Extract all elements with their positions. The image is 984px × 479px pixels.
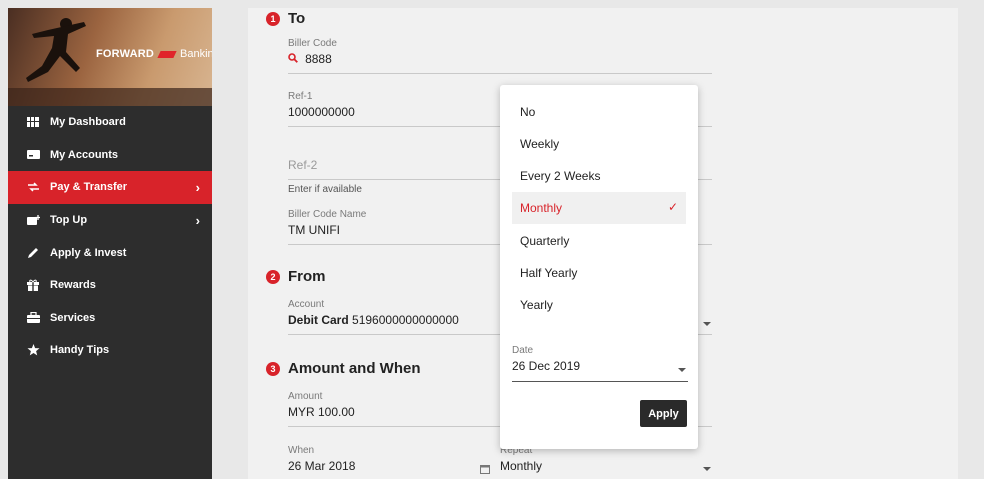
- brand-suffix: Banking: [180, 48, 212, 60]
- hero-banner: FORWARD Banking: [8, 8, 212, 106]
- sidebar-item-label: Handy Tips: [50, 344, 110, 357]
- repeat-option[interactable]: Half Yearly: [512, 257, 686, 289]
- section-title: From: [288, 268, 326, 285]
- sidebar-item-rewards[interactable]: Rewards: [8, 269, 212, 302]
- step-number: 3: [266, 361, 280, 376]
- chevron-right-icon: ›: [195, 212, 200, 228]
- brand-flag-icon: [157, 50, 177, 58]
- dashboard-icon: [26, 115, 40, 129]
- repeat-option-label: Monthly: [520, 201, 563, 215]
- biller-code-field[interactable]: Biller Code 8888: [288, 38, 712, 74]
- repeat-value: Monthly: [500, 459, 543, 473]
- section-title: To: [288, 10, 306, 27]
- check-icon: ✓: [667, 200, 678, 214]
- sidebar-item-handy-tips[interactable]: Handy Tips: [8, 334, 212, 367]
- gift-icon: [26, 278, 40, 292]
- sidebar-item-label: My Dashboard: [50, 116, 126, 129]
- topup-icon: [26, 213, 40, 227]
- biller-code-value-row: 8888: [288, 52, 712, 66]
- sidebar-item-label: Pay & Transfer: [50, 181, 128, 194]
- when-value: 26 Mar 2018: [288, 459, 356, 473]
- repeat-option[interactable]: Yearly: [512, 289, 686, 321]
- brand-name: FORWARD: [96, 48, 155, 60]
- pen-icon: [26, 246, 40, 260]
- main-panel: 1 To Biller Code 8888 Ref-1 1000000000 R…: [248, 8, 958, 479]
- repeat-option[interactable]: Every 2 Weeks: [512, 160, 686, 192]
- biller-code-value: 8888: [305, 52, 332, 66]
- sidebar-item-label: Apply & Invest: [50, 246, 127, 259]
- brand-logo: FORWARD Banking: [96, 48, 212, 60]
- repeat-select[interactable]: Repeat Monthly: [500, 445, 712, 479]
- section-from: 2 From: [266, 268, 326, 285]
- repeat-option[interactable]: No: [512, 96, 686, 128]
- repeat-end-date-field[interactable]: Date 26 Dec 2019: [512, 345, 688, 382]
- account-type: Debit Card: [288, 313, 349, 327]
- repeat-option[interactable]: Quarterly: [512, 225, 686, 257]
- step-number: 1: [266, 11, 280, 26]
- search-icon[interactable]: [288, 53, 301, 66]
- sidebar-item-label: Top Up: [50, 214, 88, 227]
- sidebar-item-services[interactable]: Services: [8, 302, 212, 335]
- sidebar-item-pay-transfer[interactable]: Pay & Transfer ›: [8, 171, 212, 204]
- field-label: Biller Code: [288, 38, 337, 49]
- repeat-dropdown: No Weekly Every 2 Weeks Monthly ✓ Quarte…: [500, 85, 698, 449]
- section-title: Amount and When: [288, 360, 421, 377]
- sidebar: FORWARD Banking My Dashboard My Accounts…: [8, 8, 212, 479]
- field-label: When: [288, 445, 315, 456]
- sidebar-item-my-dashboard[interactable]: My Dashboard: [8, 106, 212, 139]
- chevron-down-icon[interactable]: [703, 322, 711, 326]
- section-to: 1 To: [266, 10, 305, 27]
- chevron-down-icon[interactable]: [703, 467, 711, 471]
- sidebar-item-label: Services: [50, 311, 96, 324]
- sidebar-item-label: My Accounts: [50, 148, 119, 161]
- ref2-hint: Enter if available: [288, 184, 362, 195]
- field-label: Date: [512, 345, 534, 356]
- sidebar-item-my-accounts[interactable]: My Accounts: [8, 139, 212, 172]
- card-icon: [26, 148, 40, 162]
- section-amount-when: 3 Amount and When: [266, 360, 420, 377]
- repeat-option-selected[interactable]: Monthly ✓: [512, 192, 686, 224]
- transfer-icon: [26, 180, 40, 194]
- when-date-field[interactable]: When 26 Mar 2018: [288, 445, 493, 479]
- repeat-option[interactable]: Weekly: [512, 128, 686, 160]
- sidebar-item-top-up[interactable]: Top Up ›: [8, 204, 212, 237]
- account-number: 5196000000000000: [352, 313, 459, 327]
- apply-button[interactable]: Apply: [640, 400, 687, 427]
- date-value: 26 Dec 2019: [512, 359, 581, 373]
- step-number: 2: [266, 269, 280, 284]
- calendar-icon[interactable]: [480, 461, 490, 479]
- sidebar-item-label: Rewards: [50, 279, 96, 292]
- briefcase-icon: [26, 311, 40, 325]
- sidebar-nav: My Dashboard My Accounts Pay & Transfer …: [8, 106, 212, 367]
- star-icon: [26, 343, 40, 357]
- sidebar-item-apply-invest[interactable]: Apply & Invest: [8, 236, 212, 269]
- chevron-down-icon[interactable]: [678, 368, 686, 372]
- chevron-right-icon: ›: [195, 180, 200, 196]
